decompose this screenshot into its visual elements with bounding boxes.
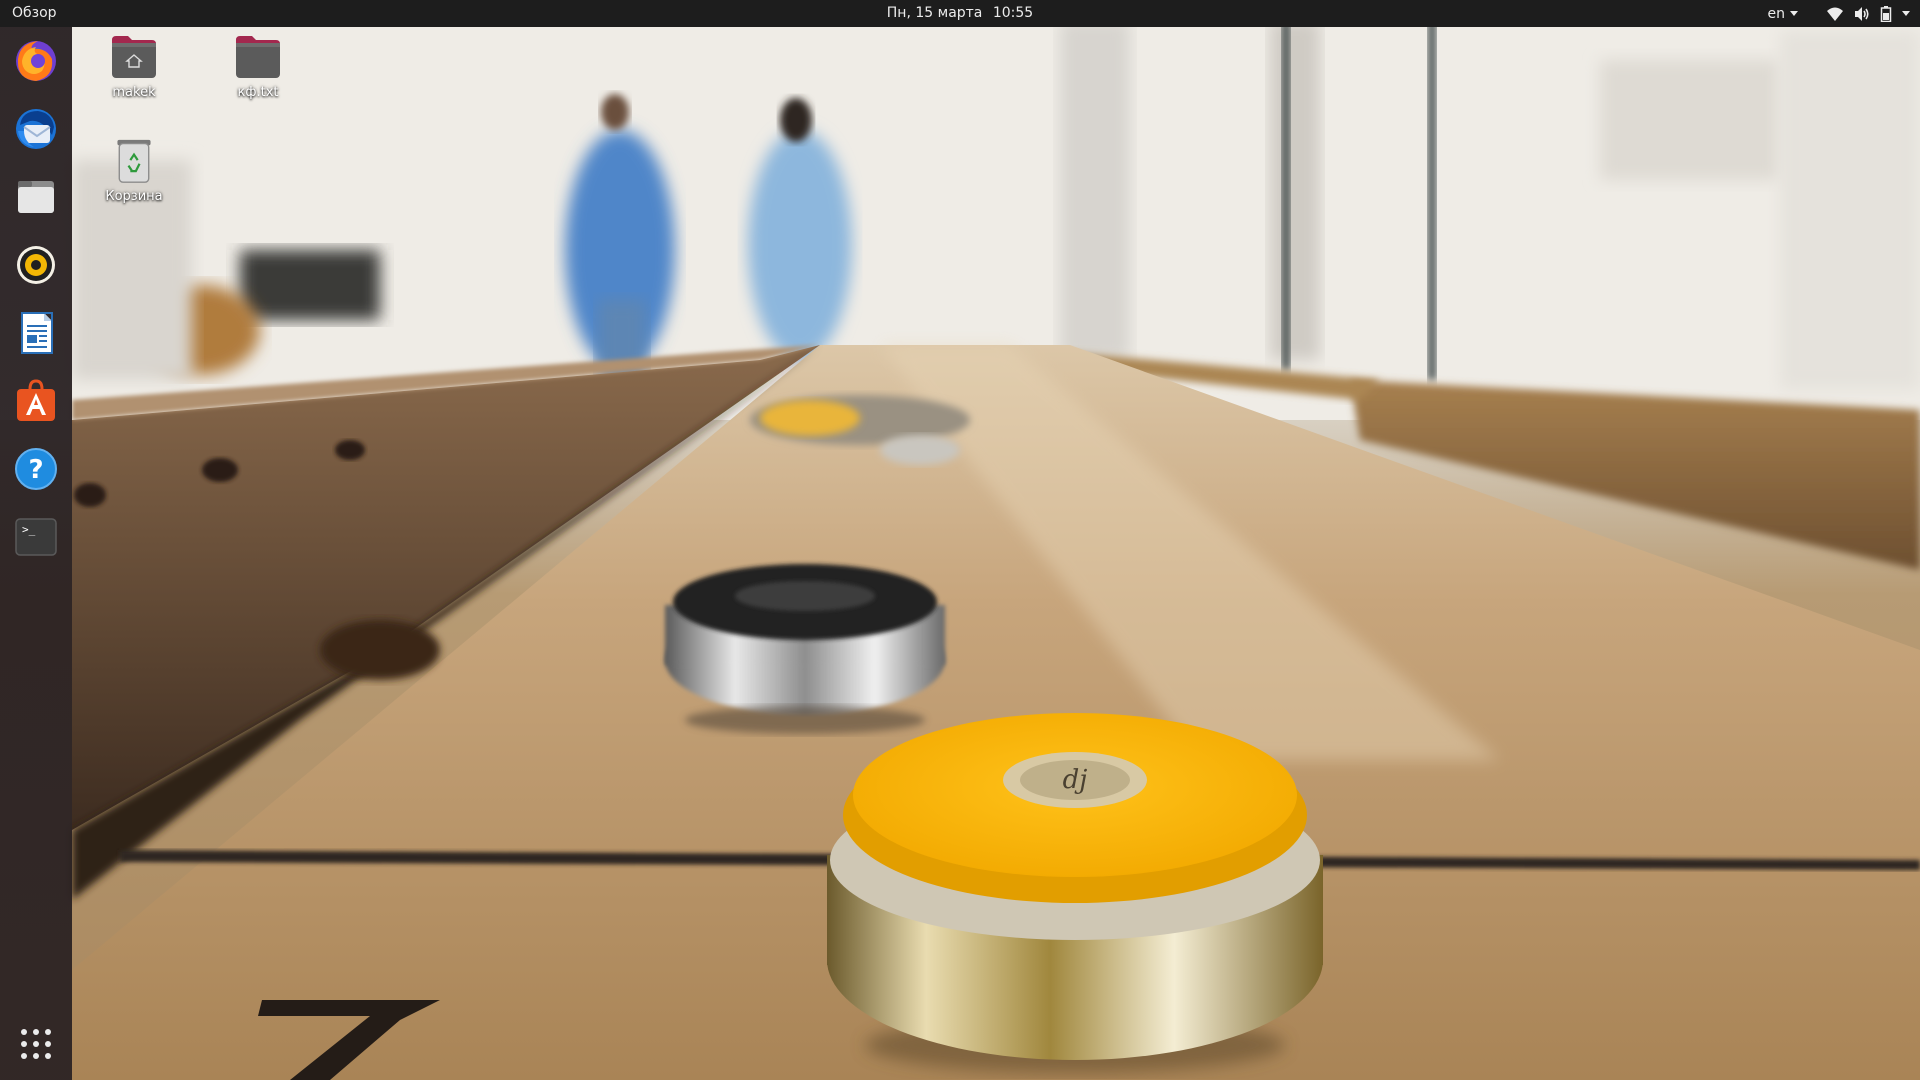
dock-item-libreoffice-writer[interactable] bbox=[10, 307, 62, 359]
terminal-icon: >_ bbox=[15, 518, 57, 556]
dock-item-rhythmbox[interactable] bbox=[10, 239, 62, 291]
chevron-down-icon bbox=[1902, 11, 1910, 16]
dock: ? >_ bbox=[0, 27, 72, 1080]
home-folder-icon bbox=[112, 36, 156, 78]
trash-icon bbox=[117, 139, 151, 183]
svg-text:?: ? bbox=[28, 455, 43, 485]
activities-button[interactable]: Обзор bbox=[12, 0, 57, 27]
rhythmbox-icon bbox=[17, 246, 55, 284]
folder-icon bbox=[236, 36, 280, 78]
dock-item-terminal[interactable]: >_ bbox=[10, 511, 62, 563]
software-center-icon bbox=[17, 379, 55, 421]
wallpaper-scene: dj bbox=[0, 0, 1920, 1080]
desktop-icon-home[interactable]: makek bbox=[84, 34, 184, 100]
show-applications-button[interactable] bbox=[10, 1018, 62, 1070]
desktop-icon-label: makek bbox=[112, 85, 156, 100]
dock-item-files[interactable] bbox=[10, 171, 62, 223]
desktop-icon-folder[interactable]: кф.txt bbox=[208, 34, 308, 100]
svg-text:dj: dj bbox=[1063, 765, 1088, 795]
battery-icon bbox=[1880, 5, 1892, 22]
desktop-wallpaper: dj bbox=[0, 0, 1920, 1080]
writer-icon bbox=[21, 312, 53, 354]
keyboard-layout-label: en bbox=[1767, 5, 1786, 22]
system-tray: en bbox=[1754, 0, 1910, 27]
keyboard-layout-button[interactable]: en bbox=[1767, 5, 1798, 22]
files-icon bbox=[18, 181, 54, 213]
help-icon: ? bbox=[15, 448, 57, 490]
svg-text:>_: >_ bbox=[22, 523, 36, 536]
thunderbird-icon bbox=[16, 109, 56, 149]
volume-icon bbox=[1855, 6, 1869, 21]
date-label: Пн, 15 марта bbox=[886, 5, 983, 21]
dock-item-firefox[interactable] bbox=[10, 35, 62, 87]
dock-item-help[interactable]: ? bbox=[10, 443, 62, 495]
chevron-down-icon bbox=[1790, 11, 1798, 16]
top-bar: Обзор Пн, 15 марта 10:55 en bbox=[0, 0, 1920, 27]
desktop-icon-trash[interactable]: Корзина bbox=[84, 138, 184, 204]
time-label: 10:55 bbox=[992, 5, 1034, 21]
clock-button[interactable]: Пн, 15 марта 10:55 bbox=[780, 0, 1140, 27]
desktop-icon-label: кф.txt bbox=[237, 85, 279, 100]
grid-icon bbox=[21, 1029, 51, 1059]
wifi-icon bbox=[1827, 7, 1843, 21]
dock-item-thunderbird[interactable] bbox=[10, 103, 62, 155]
dock-item-ubuntu-software[interactable] bbox=[10, 375, 62, 427]
firefox-icon bbox=[16, 41, 56, 81]
system-menu-button[interactable] bbox=[1826, 5, 1910, 22]
desktop-icon-label: Корзина bbox=[105, 189, 163, 204]
